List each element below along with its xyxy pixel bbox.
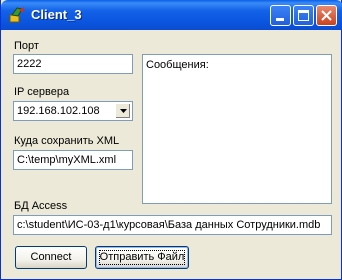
port-label: Порт (14, 40, 39, 52)
xml-path-label: Куда сохранить XML (14, 135, 120, 147)
db-label: БД Access (14, 200, 68, 212)
minimize-button[interactable] (270, 5, 291, 26)
borland-app-icon (8, 6, 26, 24)
ip-combobox[interactable]: 192.168.102.108 (13, 101, 133, 121)
db-path-value: c:\student\ИС-03-д1\курсовая\База данных… (17, 219, 321, 231)
db-path-input[interactable]: c:\student\ИС-03-д1\курсовая\База данных… (13, 215, 332, 235)
send-file-label: Отправить Файл (99, 251, 185, 263)
connect-button[interactable]: Connect (15, 246, 87, 269)
ip-label: IP сервера (14, 86, 70, 98)
messages-text: Сообщения: (146, 59, 209, 71)
window-title: Client_3 (31, 7, 82, 22)
title-bar[interactable]: Client_3 (1, 0, 342, 30)
app-window: Client_3 Порт 2222 IP сервера 192.168.10… (0, 0, 342, 280)
dropdown-button[interactable] (115, 103, 131, 119)
send-file-button[interactable]: Отправить Файл (95, 246, 189, 269)
chevron-down-icon (120, 109, 127, 113)
minimize-icon (276, 18, 284, 21)
connect-label: Connect (30, 251, 72, 263)
ip-value: 192.168.102.108 (17, 105, 100, 117)
port-value: 2222 (17, 58, 42, 70)
xml-path-value: C:\temp\myXML.xml (17, 154, 117, 166)
maximize-button[interactable] (293, 5, 314, 26)
close-button[interactable] (316, 5, 337, 26)
port-input[interactable]: 2222 (13, 54, 133, 74)
close-icon (321, 10, 332, 21)
messages-memo[interactable]: Сообщения: (142, 54, 332, 204)
xml-path-input[interactable]: C:\temp\myXML.xml (13, 150, 133, 170)
maximize-icon (298, 10, 309, 21)
